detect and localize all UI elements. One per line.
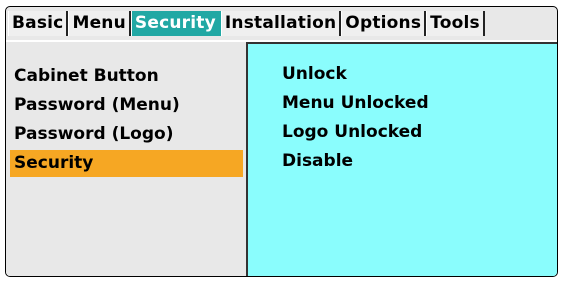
tab-security[interactable]: Security	[130, 11, 221, 36]
menu-item-security[interactable]: Security	[10, 150, 243, 177]
option-logo-unlocked[interactable]: Logo Unlocked	[282, 119, 422, 146]
osd-menu-window: Basic Menu Security Installation Options…	[5, 6, 558, 277]
menu-content: Cabinet Button Password (Menu) Password …	[6, 40, 557, 276]
option-unlock[interactable]: Unlock	[282, 61, 347, 88]
tab-basic[interactable]: Basic	[8, 11, 69, 36]
menu-list: Cabinet Button Password (Menu) Password …	[6, 42, 246, 276]
option-disable[interactable]: Disable	[282, 148, 353, 175]
tab-options[interactable]: Options	[341, 11, 427, 36]
tab-menu[interactable]: Menu	[68, 11, 131, 36]
tab-tools[interactable]: Tools	[426, 11, 485, 36]
options-panel: Unlock Menu Unlocked Logo Unlocked Disab…	[246, 42, 557, 276]
menu-item-password-logo[interactable]: Password (Logo)	[10, 121, 243, 148]
menu-item-password-menu[interactable]: Password (Menu)	[10, 92, 243, 119]
tab-installation[interactable]: Installation	[220, 11, 342, 36]
option-menu-unlocked[interactable]: Menu Unlocked	[282, 90, 429, 117]
menu-item-cabinet-button[interactable]: Cabinet Button	[10, 63, 243, 90]
tab-bar: Basic Menu Security Installation Options…	[6, 7, 557, 40]
